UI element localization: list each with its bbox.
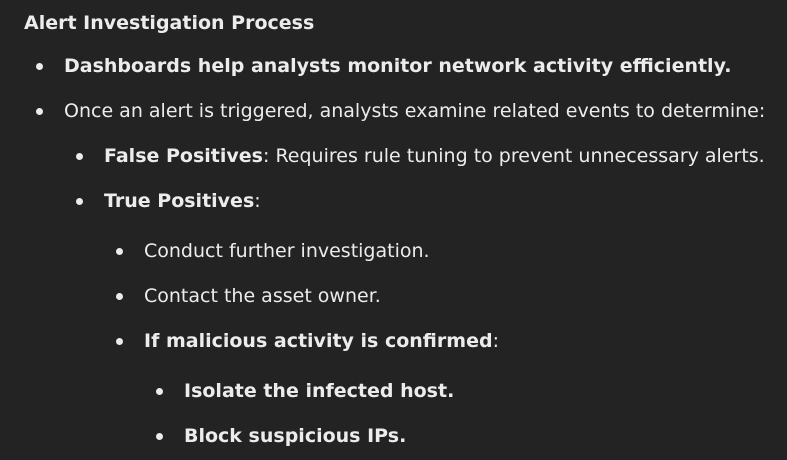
item-text: Once an alert is triggered, analysts exa… xyxy=(64,100,766,122)
bullet-icon xyxy=(116,338,123,345)
item-bold-text: False Positives xyxy=(104,145,263,167)
bullet-icon xyxy=(36,108,43,115)
item-text: Conduct further investigation. xyxy=(144,240,430,262)
bullet-icon xyxy=(156,433,163,440)
item-bold-text: True Positives xyxy=(104,190,255,212)
bullet-icon xyxy=(116,248,123,255)
item-text: : xyxy=(254,190,261,212)
bullet-icon xyxy=(76,198,83,205)
item-bold-text: Isolate the infected host. xyxy=(184,380,455,402)
item-bold-text: Dashboards help analysts monitor network… xyxy=(64,55,732,77)
item-bold-text: If malicious activity is confirmed xyxy=(144,330,493,352)
item-text: : Requires rule tuning to prevent unnece… xyxy=(263,145,765,167)
bullet-icon xyxy=(36,63,43,70)
item-text: Contact the asset owner. xyxy=(144,285,381,307)
bullet-icon xyxy=(156,388,163,395)
item-text: : xyxy=(492,330,499,352)
item-bold-text: Block suspicious IPs. xyxy=(184,425,407,447)
bullet-icon xyxy=(116,293,123,300)
section-heading: Alert Investigation Process xyxy=(24,12,315,34)
bullet-icon xyxy=(76,153,83,160)
